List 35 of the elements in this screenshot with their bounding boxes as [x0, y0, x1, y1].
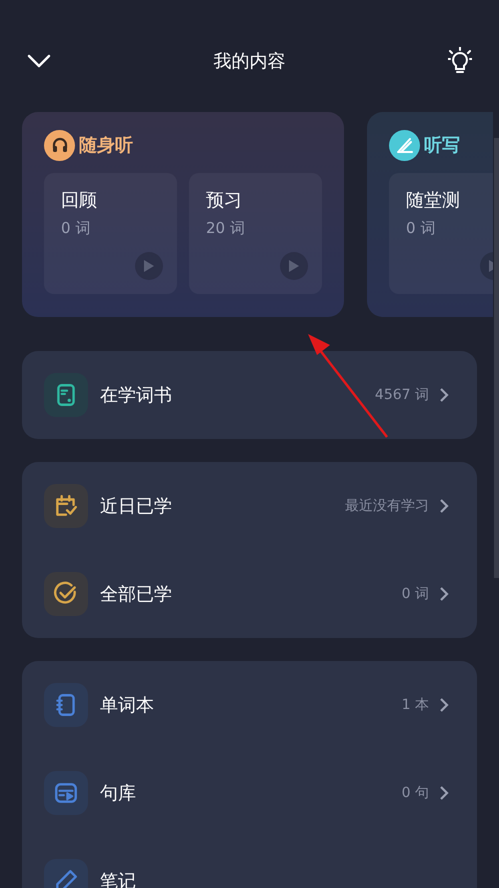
calendar-check-icon: [44, 484, 88, 528]
list-row[interactable]: 全部已学 0 词: [22, 550, 477, 638]
row-value: 1 本: [402, 696, 429, 714]
card-title: 听写: [424, 134, 460, 158]
play-icon[interactable]: [280, 252, 308, 280]
row-label: 在学词书: [100, 384, 173, 408]
mode-tile[interactable]: 随堂测 0 词: [389, 173, 493, 294]
row-value: 最近没有学习: [345, 496, 429, 516]
pen-icon: [389, 130, 420, 160]
mode-tile[interactable]: 预习 20 词: [189, 173, 322, 294]
play-icon[interactable]: [135, 252, 163, 280]
list-row[interactable]: 在学词书 4567 词: [22, 351, 477, 439]
card-title: 随身听: [79, 134, 133, 158]
book-icon: [44, 373, 88, 417]
row-value: 4567 词: [374, 386, 429, 404]
notebook-icon: [44, 683, 88, 727]
row-label: 近日已学: [100, 494, 173, 518]
list-row[interactable]: 近日已学 最近没有学习: [22, 462, 477, 550]
chevron-icon: [439, 388, 449, 402]
row-value: 0 词: [402, 584, 429, 604]
chevron-icon: [439, 499, 449, 513]
chevron-icon: [439, 786, 449, 800]
page-title: 我的内容: [214, 50, 286, 74]
lightbulb-icon[interactable]: [447, 47, 473, 75]
chevron-icon: [439, 587, 449, 601]
row-label: 句库: [100, 782, 137, 806]
mode-tile[interactable]: 回顾 0 词: [44, 173, 177, 294]
list-row[interactable]: 句库 0 句: [22, 749, 477, 837]
row-value: 0 句: [402, 784, 429, 802]
list-row[interactable]: 单词本 1 本: [22, 661, 477, 749]
row-label: 全部已学: [100, 582, 173, 606]
row-label: 单词本: [100, 694, 155, 718]
chevron-icon: [439, 698, 449, 712]
media-card-icon: [44, 771, 88, 815]
headphones-icon: [44, 130, 75, 160]
